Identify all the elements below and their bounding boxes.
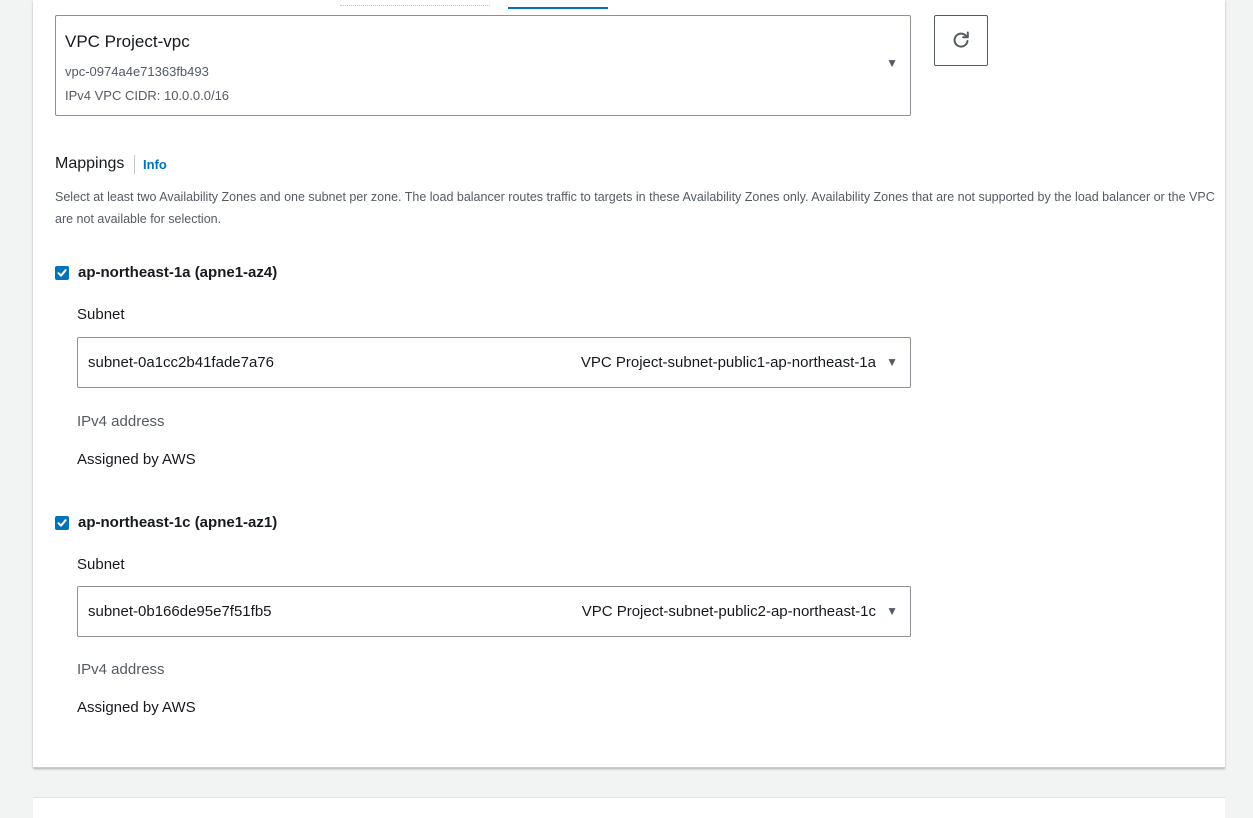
subnet-select-ap-northeast-1a[interactable]: subnet-0a1cc2b41fade7a76 VPC Project-sub…	[77, 337, 911, 388]
ipv4-address-label: IPv4 address	[77, 413, 165, 430]
caret-down-icon: ▼	[886, 604, 898, 618]
caret-down-icon: ▼	[886, 56, 898, 70]
caret-down-icon: ▼	[886, 355, 898, 369]
az-checkbox-ap-northeast-1c[interactable]	[55, 516, 69, 530]
next-panel	[33, 797, 1225, 818]
mappings-title: Mappings	[55, 155, 125, 172]
refresh-icon	[953, 31, 969, 48]
az-label: ap-northeast-1c (apne1-az1)	[78, 514, 278, 531]
check-icon	[57, 269, 67, 277]
subnet-name: VPC Project-subnet-public1-ap-northeast-…	[580, 354, 876, 371]
az-checkbox-ap-northeast-1a[interactable]	[55, 266, 69, 280]
subnet-label: Subnet	[77, 556, 125, 573]
subnet-name: VPC Project-subnet-public2-ap-northeast-…	[581, 603, 876, 620]
ipv4-address-label: IPv4 address	[77, 661, 165, 678]
az-label: ap-northeast-1a (apne1-az4)	[78, 264, 278, 281]
check-icon	[57, 519, 67, 527]
ipv4-address-value: Assigned by AWS	[77, 699, 196, 716]
divider	[134, 155, 135, 174]
mappings-description: Select at least two Availability Zones a…	[55, 190, 1215, 226]
vpc-cidr: IPv4 VPC CIDR: 10.0.0.0/16	[65, 88, 230, 103]
vpc-name: VPC Project-vpc	[65, 32, 190, 51]
truncated-link[interactable]	[508, 4, 608, 9]
vpc-select[interactable]: VPC Project-vpc vpc-0974a4e71363fb493 IP…	[55, 15, 911, 116]
vpc-id: vpc-0974a4e71363fb493	[65, 64, 209, 79]
info-link[interactable]: Info	[143, 157, 167, 172]
subnet-id: subnet-0a1cc2b41fade7a76	[88, 354, 274, 371]
subnet-label: Subnet	[77, 306, 125, 323]
subnet-select-ap-northeast-1c[interactable]: subnet-0b166de95e7f51fb5 VPC Project-sub…	[77, 586, 911, 637]
subnet-id: subnet-0b166de95e7f51fb5	[88, 603, 272, 620]
refresh-button[interactable]	[934, 15, 988, 66]
ipv4-address-value: Assigned by AWS	[77, 451, 196, 468]
truncated-text	[340, 2, 490, 6]
